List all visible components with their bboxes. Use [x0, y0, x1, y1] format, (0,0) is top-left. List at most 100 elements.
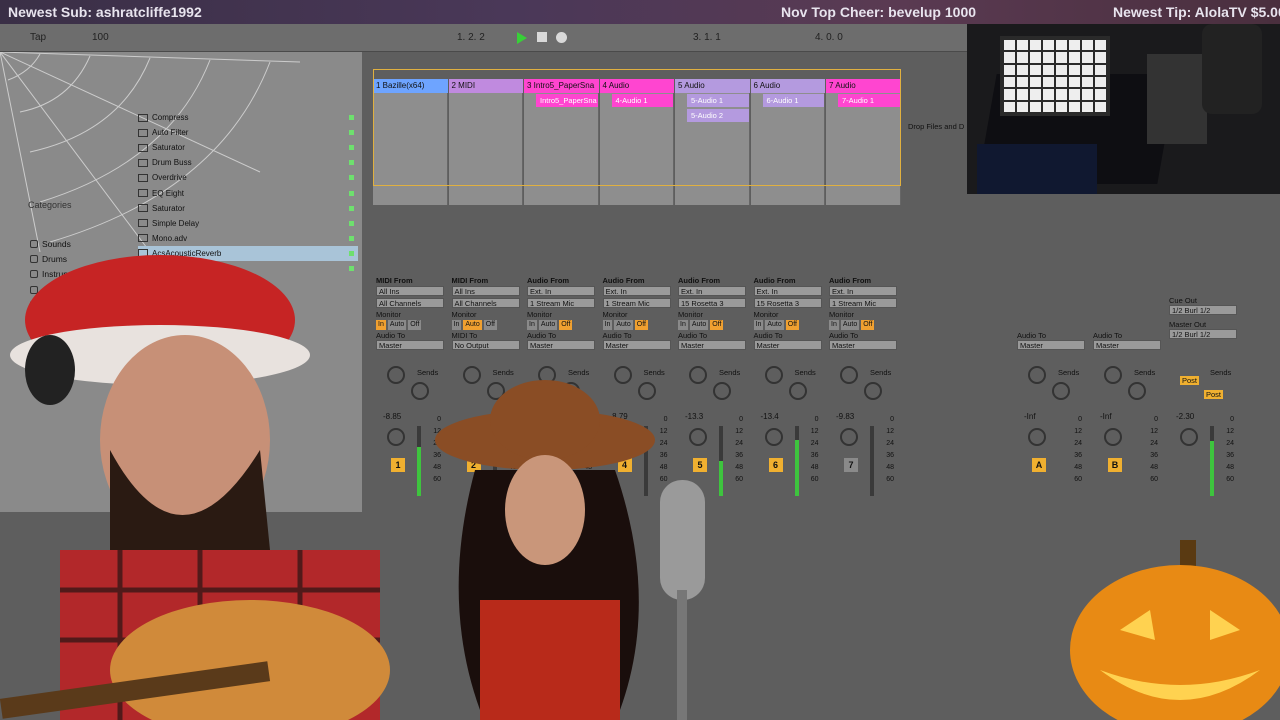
clip-slot-column[interactable] [373, 93, 448, 205]
monitor-in[interactable]: In [753, 320, 764, 330]
input-channel-select[interactable]: 1 Stream Mic [527, 298, 595, 308]
loop-start[interactable]: 3. 1. 1 [693, 32, 721, 43]
clip[interactable]: 7-Audio 1 [838, 94, 900, 107]
loop-length[interactable]: 4. 0. 0 [815, 32, 843, 43]
send-a-knob[interactable] [1104, 366, 1122, 384]
return-activator[interactable]: A [1032, 458, 1046, 472]
track-header[interactable]: 1 Bazille(x64) [373, 79, 448, 93]
browser-item[interactable]: Auto Filter [138, 125, 358, 140]
monitor-auto[interactable]: Auto [765, 320, 784, 330]
send-a-knob[interactable] [840, 366, 858, 384]
track-header[interactable]: 2 MIDI [448, 79, 523, 93]
output-select[interactable]: Master [753, 340, 822, 350]
browser-item[interactable]: Overdrive [138, 170, 358, 185]
volume-readout[interactable]: -9.83 [836, 412, 854, 421]
browser-item[interactable]: Saturator [138, 140, 358, 155]
stop-button[interactable] [537, 32, 547, 42]
monitor-auto[interactable]: Auto [840, 320, 860, 330]
tempo-value[interactable]: 100 [92, 32, 109, 43]
browser-item[interactable]: Mono.adv [138, 231, 358, 246]
clip-slot-column[interactable] [599, 93, 674, 205]
output-select[interactable]: Master [678, 340, 746, 350]
input-type-select[interactable]: Ext. In [678, 286, 746, 296]
monitor-off[interactable]: Off [785, 320, 799, 330]
monitor-switch[interactable]: In Auto Off [829, 320, 875, 330]
master-volume-readout[interactable]: -2.30 [1176, 412, 1194, 421]
clip-slot-column[interactable] [524, 93, 599, 205]
clip[interactable]: Intro5_PaperSna [536, 94, 598, 107]
monitor-switch[interactable]: In Auto Off [678, 320, 724, 330]
output-select[interactable]: Master [527, 340, 595, 350]
monitor-in[interactable]: In [527, 320, 537, 330]
input-type-select[interactable]: Ext. In [602, 286, 671, 296]
track-header[interactable]: 3 Intro5_PaperSna [524, 79, 599, 93]
clip-slot-column[interactable] [826, 93, 901, 205]
monitor-off[interactable]: Off [559, 320, 573, 330]
return-output-select[interactable]: Master [1017, 340, 1085, 350]
monitor-switch[interactable]: In Auto Off [602, 320, 648, 330]
input-type-select[interactable]: Ext. In [829, 286, 897, 296]
output-select[interactable]: Master [602, 340, 671, 350]
input-channel-select[interactable]: 15 Rosetta 3 [678, 298, 746, 308]
input-type-select[interactable]: Ext. In [527, 286, 595, 296]
pan-knob[interactable] [1104, 428, 1122, 446]
volume-readout[interactable]: -Inf [1024, 412, 1036, 421]
input-channel-select[interactable]: 1 Stream Mic [602, 298, 671, 308]
master-out-select[interactable]: 1/2 Burl 1/2 [1169, 329, 1237, 339]
monitor-in[interactable]: In [678, 320, 688, 330]
pan-knob[interactable] [1028, 428, 1046, 446]
monitor-off[interactable]: Off [483, 320, 497, 330]
return-activator[interactable]: B [1108, 458, 1122, 472]
pad-button [1043, 52, 1054, 63]
song-position[interactable]: 1. 2. 2 [457, 32, 485, 43]
browser-item[interactable]: Compress [138, 110, 358, 125]
monitor-in[interactable]: In [829, 320, 839, 330]
clip-playing[interactable]: 5-Audio 2 [687, 109, 749, 122]
monitor-switch[interactable]: In Auto Off [753, 320, 799, 330]
pad-button [1082, 40, 1093, 51]
volume-readout[interactable]: -Inf [1100, 412, 1112, 421]
track-activator[interactable]: 7 [844, 458, 858, 472]
tap-tempo[interactable]: Tap [30, 32, 46, 43]
post-button[interactable]: Post [1180, 376, 1200, 385]
send-a-knob[interactable] [1028, 366, 1046, 384]
send-b-knob[interactable] [788, 382, 807, 400]
monitor-in[interactable]: In [602, 320, 613, 330]
cue-out-select[interactable]: 1/2 Burl 1/2 [1169, 305, 1237, 315]
monitor-switch[interactable]: In Auto Off [527, 320, 573, 330]
clip-slot-column[interactable] [750, 93, 825, 205]
master-pan-knob[interactable] [1180, 428, 1198, 446]
monitor-auto[interactable]: Auto [689, 320, 709, 330]
pan-knob[interactable] [840, 428, 858, 446]
post-button-2[interactable]: Post [1204, 390, 1224, 399]
output-select[interactable]: Master [829, 340, 897, 350]
record-button[interactable] [556, 32, 567, 43]
clip[interactable]: 5-Audio 1 [687, 94, 749, 107]
play-button[interactable] [517, 32, 527, 44]
clip-slot-column[interactable] [448, 93, 523, 205]
browser-category-sounds[interactable]: Sounds [30, 239, 71, 249]
track-header[interactable]: 6 Audio [750, 79, 825, 93]
monitor-off[interactable]: Off [710, 320, 724, 330]
browser-item[interactable]: EQ Eight [138, 186, 358, 201]
browser-item[interactable]: Drum Buss [138, 155, 358, 170]
clip[interactable]: 4-Audio 1 [611, 94, 673, 107]
browser-item[interactable]: Saturator [138, 201, 358, 216]
clip[interactable]: 6-Audio 1 [762, 94, 824, 107]
monitor-auto[interactable]: Auto [614, 320, 633, 330]
send-b-knob[interactable] [864, 382, 882, 400]
track-header[interactable]: 5 Audio [675, 79, 750, 93]
send-b-knob[interactable] [1052, 382, 1070, 400]
input-channel-select[interactable]: 15 Rosetta 3 [753, 298, 822, 308]
pad-button [1069, 76, 1080, 88]
track-header[interactable]: 4 Audio [599, 79, 674, 93]
input-channel-select[interactable]: 1 Stream Mic [829, 298, 897, 308]
send-b-knob[interactable] [1128, 382, 1146, 400]
monitor-off[interactable]: Off [861, 320, 875, 330]
input-type-select[interactable]: Ext. In [753, 286, 822, 296]
browser-item[interactable]: Simple Delay [138, 216, 358, 231]
track-header[interactable]: 7 Audio [826, 79, 901, 93]
monitor-auto[interactable]: Auto [538, 320, 558, 330]
return-output-select[interactable]: Master [1093, 340, 1161, 350]
monitor-off[interactable]: Off [634, 320, 648, 330]
